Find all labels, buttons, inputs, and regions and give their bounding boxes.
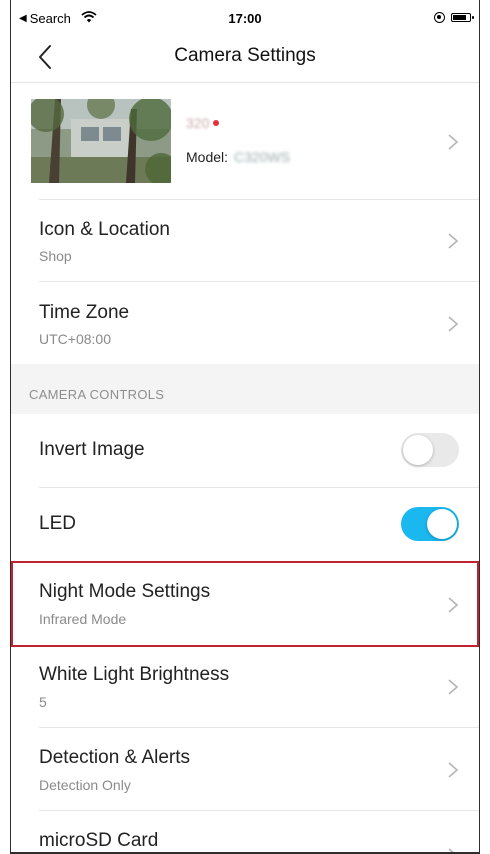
row-label: Invert Image xyxy=(39,439,145,460)
model-label: Model: xyxy=(186,149,229,165)
orientation-lock-icon xyxy=(434,12,445,23)
row-label: LED xyxy=(39,513,76,534)
status-bar: ◀ Search 17:00 xyxy=(11,0,479,34)
model-value: C320WS xyxy=(234,149,291,165)
icon-location-row[interactable]: Icon & Location Shop xyxy=(11,200,479,281)
section-header: CAMERA CONTROLS xyxy=(11,364,479,414)
chevron-right-icon xyxy=(448,679,459,695)
section-title: CAMERA CONTROLS xyxy=(29,387,165,402)
chevron-right-icon xyxy=(448,762,459,778)
row-value: 5 xyxy=(39,694,47,710)
row-label: microSD Card xyxy=(39,830,159,851)
phone-screen: ◀ Search 17:00 Camera Settings 320 Model… xyxy=(10,0,480,854)
toggle-knob xyxy=(427,509,457,539)
row-value: Shop xyxy=(39,248,72,264)
chevron-right-icon xyxy=(448,233,459,249)
row-label: White Light Brightness xyxy=(39,664,230,685)
navigation-bar: Camera Settings xyxy=(11,34,479,82)
chevron-right-icon xyxy=(448,597,459,613)
time-zone-row[interactable]: Time Zone UTC+08:00 xyxy=(11,282,479,364)
invert-image-toggle[interactable] xyxy=(401,433,459,467)
led-row: LED xyxy=(11,488,479,561)
row-label: Night Mode Settings xyxy=(39,581,211,602)
battery-icon xyxy=(451,13,474,22)
white-light-brightness-row[interactable]: White Light Brightness 5 xyxy=(11,647,479,727)
toggle-knob xyxy=(403,435,433,465)
led-toggle[interactable] xyxy=(401,507,459,541)
row-label: Time Zone xyxy=(39,302,130,323)
page-title: Camera Settings xyxy=(174,45,316,66)
device-info-row[interactable]: 320 Model: C320WS xyxy=(11,83,479,199)
chevron-right-icon xyxy=(448,134,459,150)
row-label: Icon & Location xyxy=(39,219,170,240)
detection-alerts-row[interactable]: Detection & Alerts Detection Only xyxy=(11,728,479,810)
chevron-right-icon xyxy=(448,316,459,332)
row-value: Detection Only xyxy=(39,777,131,793)
device-name: 320 xyxy=(186,115,210,131)
camera-thumbnail xyxy=(31,99,171,183)
row-value: UTC+08:00 xyxy=(39,331,111,347)
invert-image-row: Invert Image xyxy=(11,414,479,487)
clock: 17:00 xyxy=(228,11,262,26)
row-label: Detection & Alerts xyxy=(39,747,191,768)
status-dot xyxy=(213,120,220,126)
row-value: Infrared Mode xyxy=(39,611,127,627)
night-mode-settings-row[interactable]: Night Mode Settings Infrared Mode xyxy=(11,561,479,647)
microsd-card-row[interactable]: microSD Card xyxy=(11,811,479,854)
